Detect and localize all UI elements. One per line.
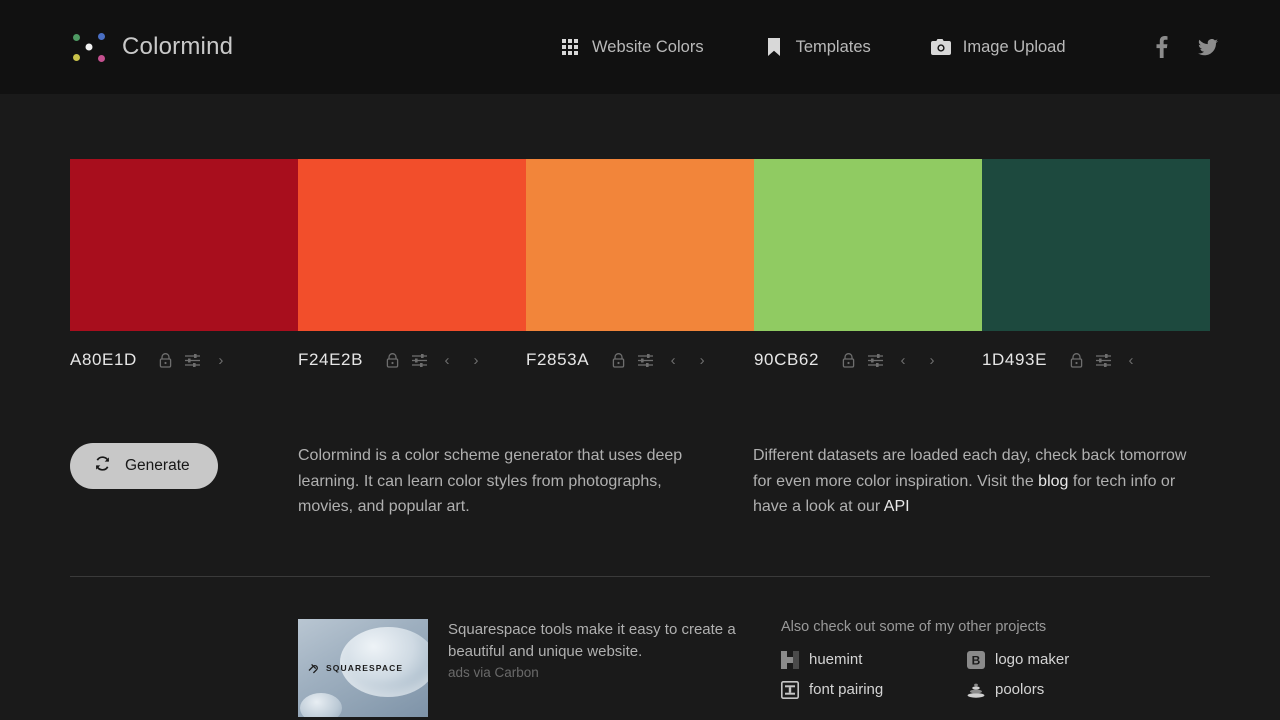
grid-icon (560, 37, 580, 57)
lock-icon[interactable] (381, 349, 403, 371)
nav-image-upload-label: Image Upload (962, 37, 1066, 56)
swatch-3[interactable] (754, 159, 982, 331)
sliders-icon[interactable] (634, 349, 656, 371)
palette-section: A80E1D › F24E2B ‹ › F2853A ‹ › 90CB62 ‹ … (0, 159, 1280, 371)
swatch-hex-0[interactable]: A80E1D (70, 350, 137, 370)
sliders-icon[interactable] (408, 349, 430, 371)
squarespace-logo: SQUARESPACE (308, 663, 403, 674)
generate-button-label: Generate (125, 457, 190, 474)
logo-maker-icon: B (967, 650, 985, 669)
main-navigation: Website Colors Templates Image Upload (560, 0, 1126, 94)
lock-icon[interactable] (1065, 349, 1087, 371)
info-section: Generate Colormind is a color scheme gen… (0, 443, 1280, 520)
other-projects: Also check out some of my other projects… (753, 619, 1153, 717)
sliders-icon[interactable] (864, 349, 886, 371)
other-projects-grid: huemint B logo maker font pairing poolor… (781, 650, 1153, 699)
sliders-icon[interactable] (1092, 349, 1114, 371)
nav-image-upload[interactable]: Image Upload (930, 37, 1066, 57)
colormind-dots-logo (70, 30, 108, 64)
sliders-icon[interactable] (182, 349, 204, 371)
footer-spacer (70, 619, 298, 717)
chevron-right-icon[interactable]: › (209, 349, 233, 371)
camera-icon (930, 37, 951, 57)
swatch-0[interactable] (70, 159, 298, 331)
project-label-font-pairing: font pairing (809, 681, 884, 698)
carbon-ad[interactable]: SQUARESPACE Squarespace tools make it ea… (298, 618, 753, 717)
lock-icon[interactable] (155, 349, 177, 371)
project-label-logo-maker: logo maker (995, 651, 1070, 668)
project-link-huemint[interactable]: huemint (781, 650, 967, 669)
swatch-controls-0: A80E1D › (70, 349, 298, 371)
generate-button[interactable]: Generate (70, 443, 218, 489)
swatch-4[interactable] (982, 159, 1210, 331)
swatch-hex-3[interactable]: 90CB62 (754, 350, 819, 370)
other-projects-title: Also check out some of my other projects (781, 618, 1047, 635)
swatch-hex-4[interactable]: 1D493E (982, 350, 1047, 370)
swatch-hex-1[interactable]: F24E2B (298, 350, 363, 370)
generate-column: Generate (70, 443, 298, 520)
api-link[interactable]: API (884, 498, 910, 515)
datasets-text: Different datasets are loaded each day, … (753, 443, 1208, 520)
squarespace-logo-text: SQUARESPACE (326, 663, 404, 673)
swatch-controls-1: F24E2B ‹ › (298, 349, 526, 371)
poolors-icon (967, 681, 985, 699)
lock-icon[interactable] (607, 349, 629, 371)
twitter-icon[interactable] (1198, 38, 1218, 56)
chevron-right-icon[interactable]: › (920, 349, 944, 371)
ad-copy: Squarespace tools make it easy to create… (448, 619, 753, 717)
swatch-2[interactable] (526, 159, 754, 331)
project-link-poolors[interactable]: poolors (967, 681, 1153, 699)
swatch-1[interactable] (298, 159, 526, 331)
svg-text:B: B (972, 653, 981, 667)
huemint-icon (781, 650, 799, 669)
swatch-hex-2[interactable]: F2853A (526, 350, 589, 370)
swatch-controls-3: 90CB62 ‹ › (754, 349, 982, 371)
swatch-controls-2: F2853A ‹ › (526, 349, 754, 371)
nav-templates[interactable]: Templates (764, 37, 871, 57)
project-label-huemint: huemint (809, 651, 863, 668)
ad-image[interactable]: SQUARESPACE (298, 618, 428, 717)
refresh-icon (94, 455, 111, 477)
brand-logo[interactable]: Colormind (70, 30, 233, 64)
description-column: Colormind is a color scheme generator th… (298, 443, 753, 520)
description-text: Colormind is a color scheme generator th… (298, 447, 683, 515)
chevron-left-icon[interactable]: ‹ (661, 349, 685, 371)
chevron-right-icon[interactable]: › (690, 349, 714, 371)
blog-link[interactable]: blog (1038, 473, 1068, 490)
nav-website-colors-label: Website Colors (592, 37, 704, 56)
brand-name: Colormind (122, 33, 234, 60)
swatch-controls-4: 1D493E ‹ (982, 349, 1210, 371)
chevron-right-icon[interactable]: › (464, 349, 488, 371)
project-link-logo-maker[interactable]: B logo maker (967, 650, 1153, 669)
chevron-left-icon[interactable]: ‹ (435, 349, 459, 371)
chevron-left-icon[interactable]: ‹ (891, 349, 915, 371)
chevron-left-icon[interactable]: ‹ (1119, 349, 1143, 371)
social-links (1155, 0, 1218, 94)
font-pairing-icon (781, 680, 799, 699)
site-footer: SQUARESPACE Squarespace tools make it ea… (0, 577, 1280, 717)
bookmark-icon (764, 37, 784, 57)
lock-icon[interactable] (837, 349, 859, 371)
datasets-column: Different datasets are loaded each day, … (753, 443, 1208, 520)
ad-text: Squarespace tools make it easy to create… (448, 620, 736, 660)
nav-templates-label: Templates (795, 37, 871, 56)
ad-via-label[interactable]: ads via Carbon (448, 665, 753, 680)
palette-labels: A80E1D › F24E2B ‹ › F2853A ‹ › 90CB62 ‹ … (70, 349, 1210, 371)
site-header: Colormind Website Colors Templates Image… (0, 0, 1280, 94)
project-link-font-pairing[interactable]: font pairing (781, 680, 967, 699)
palette-swatches (70, 159, 1210, 331)
nav-website-colors[interactable]: Website Colors (560, 37, 704, 57)
project-label-poolors: poolors (995, 681, 1045, 698)
facebook-icon[interactable] (1155, 36, 1168, 58)
